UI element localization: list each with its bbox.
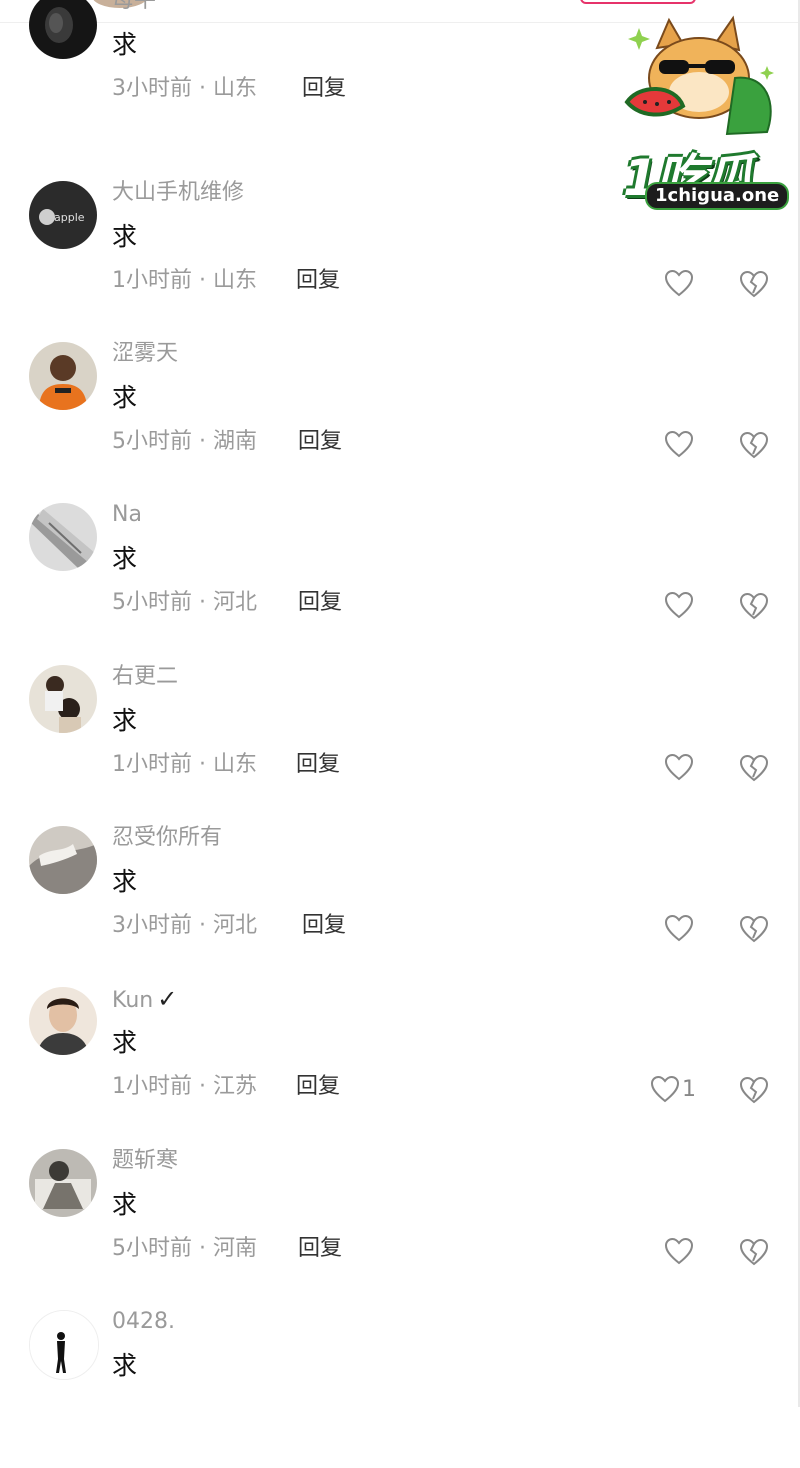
comment-meta: 1小时前 · 山东 (112, 268, 257, 293)
avatar[interactable] (29, 0, 97, 59)
comment-meta: 5小时前 · 湖南 (112, 429, 257, 454)
comment-text: 求 (112, 222, 138, 251)
dislike-button[interactable] (738, 269, 770, 299)
reply-button[interactable]: 回复 (296, 750, 340, 780)
comment-meta: 5小时前 · 河南 (112, 1236, 257, 1261)
comment-meta: 5小时前 · 河北 (112, 590, 257, 615)
comment-text: 求 (112, 30, 138, 59)
reply-button[interactable]: 回复 (302, 74, 346, 104)
comment-text: 求 (112, 706, 138, 735)
avatar[interactable] (29, 826, 97, 894)
username[interactable]: 忍受你所有 (112, 823, 222, 853)
heart-icon (664, 430, 694, 458)
dislike-button[interactable] (738, 1237, 770, 1267)
like-button[interactable] (664, 753, 694, 781)
broken-heart-icon (739, 915, 769, 943)
username[interactable]: Kun ✓ (112, 984, 177, 1014)
avatar[interactable]: apple (29, 181, 97, 249)
comment-item: 题斩寒 求 5小时前 · 河南 回复 (0, 1146, 800, 1307)
username[interactable]: 大山手机维修 (112, 178, 244, 208)
comment-meta: 1小时前 · 江苏 (112, 1074, 257, 1099)
reply-button[interactable]: 回复 (302, 911, 346, 941)
avatar[interactable] (29, 342, 97, 410)
comment-text: 求 (112, 867, 138, 896)
heart-icon (664, 914, 694, 942)
username[interactable]: 母牛 (112, 0, 156, 16)
heart-icon (664, 269, 694, 297)
username-text: Kun (112, 988, 154, 1013)
dislike-button[interactable] (738, 430, 770, 460)
heart-icon (650, 1075, 680, 1103)
dislike-button[interactable] (738, 591, 770, 621)
like-button[interactable]: 1 (650, 1075, 698, 1103)
avatar[interactable] (29, 1149, 97, 1217)
avatar-text: apple (54, 211, 85, 224)
dislike-button[interactable] (738, 753, 770, 783)
reply-button[interactable]: 回复 (298, 427, 342, 457)
reply-button[interactable]: 回复 (296, 1072, 340, 1102)
comment-item: Na 求 5小时前 · 河北 回复 (0, 500, 800, 661)
comment-text: 求 (112, 544, 138, 573)
heart-icon (664, 591, 694, 619)
comment-meta: 3小时前 · 河北 (112, 913, 257, 938)
comment-text: 求 (112, 383, 138, 412)
comment-meta: 3小时前 · 山东 (112, 76, 257, 101)
comment-meta: 1小时前 · 山东 (112, 752, 257, 777)
comment-item: 忍受你所有 求 3小时前 · 河北 回复 (0, 823, 800, 984)
dislike-button[interactable] (738, 914, 770, 944)
like-button[interactable] (664, 914, 694, 942)
avatar[interactable] (29, 1310, 99, 1380)
comment-item: Kun ✓ 求 1小时前 · 江苏 回复 1 (0, 984, 800, 1145)
username[interactable]: 涩雾天 (112, 339, 178, 369)
comment-text: 求 (112, 1190, 138, 1219)
like-button[interactable] (664, 1237, 694, 1265)
username[interactable]: 题斩寒 (112, 1146, 178, 1176)
comment-text: 求 (112, 1028, 138, 1057)
heart-icon (664, 753, 694, 781)
comment-text: 求 (112, 1351, 138, 1380)
reply-button[interactable]: 回复 (298, 588, 342, 618)
reply-button[interactable]: 回复 (298, 1234, 342, 1264)
like-button[interactable] (664, 269, 694, 297)
broken-heart-icon (739, 592, 769, 620)
like-button[interactable] (664, 430, 694, 458)
watermark-url: 1chigua.one (645, 182, 790, 210)
like-count: 1 (682, 1076, 696, 1102)
broken-heart-icon (739, 270, 769, 298)
avatar[interactable] (29, 503, 97, 571)
comment-item: 右更二 求 1小时前 · 山东 回复 (0, 662, 800, 823)
broken-heart-icon (739, 431, 769, 459)
avatar[interactable] (29, 987, 97, 1055)
comment-item: 涩雾天 求 5小时前 · 湖南 回复 (0, 339, 800, 500)
comment-item: 0428. 求 (0, 1307, 800, 1468)
broken-heart-icon (739, 1076, 769, 1104)
avatar[interactable] (29, 665, 97, 733)
dislike-button[interactable] (738, 1075, 770, 1105)
verified-check-icon: ✓ (157, 985, 178, 1013)
broken-heart-icon (739, 754, 769, 782)
username[interactable]: Na (112, 500, 142, 530)
like-button[interactable] (664, 591, 694, 619)
username[interactable]: 右更二 (112, 662, 178, 692)
username[interactable]: 0428. (112, 1307, 175, 1337)
broken-heart-icon (739, 1238, 769, 1266)
heart-icon (664, 1237, 694, 1265)
reply-button[interactable]: 回复 (296, 266, 340, 296)
